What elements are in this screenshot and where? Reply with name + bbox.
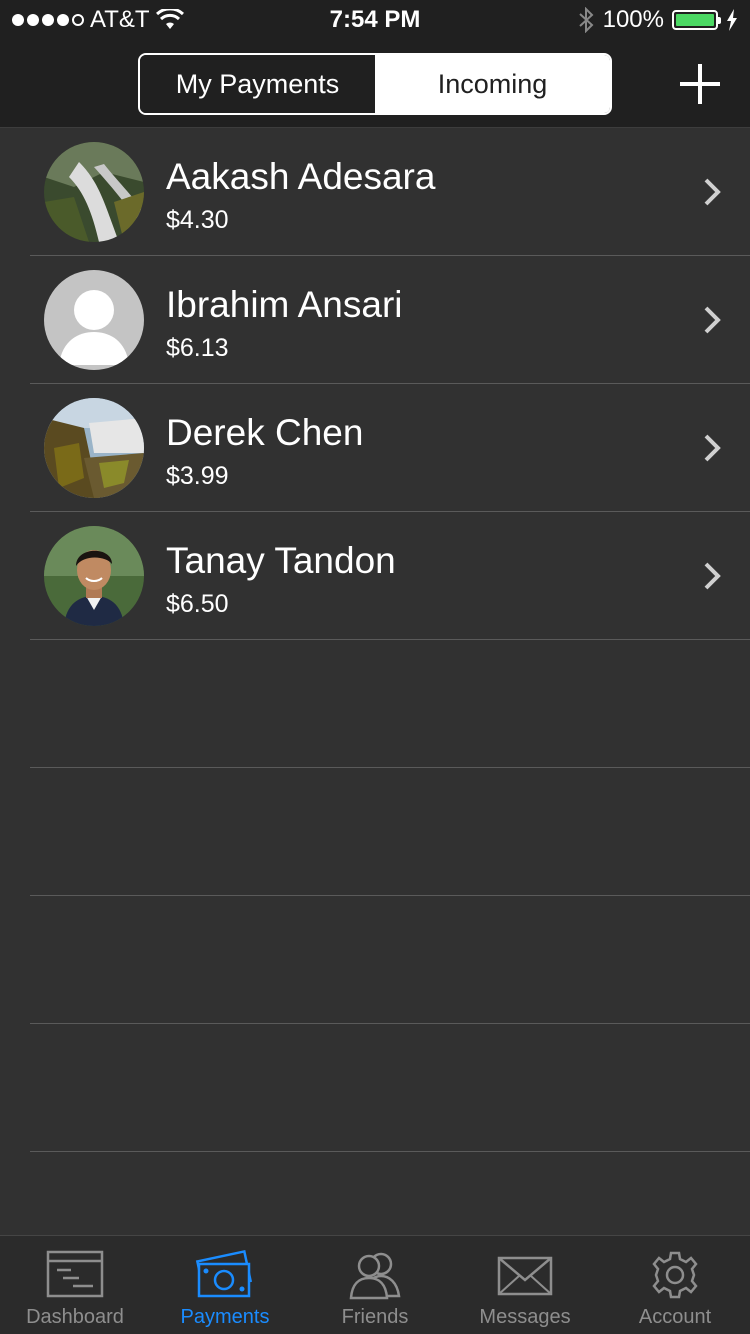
signal-strength-icon: [12, 14, 84, 26]
empty-row: [0, 896, 750, 1024]
avatar: [44, 526, 144, 626]
gear-icon: [652, 1251, 698, 1299]
tab-bar: Dashboard Payments Friends Messages Acco…: [0, 1235, 750, 1334]
bluetooth-icon: [578, 7, 594, 33]
tab-payments[interactable]: Payments: [150, 1236, 300, 1334]
segment-incoming[interactable]: Incoming: [375, 55, 610, 113]
tab-messages[interactable]: Messages: [450, 1236, 600, 1334]
nav-bar: My Payments Incoming: [0, 40, 750, 128]
payer-name: Ibrahim Ansari: [166, 284, 403, 325]
chevron-right-icon: [704, 178, 721, 206]
plus-icon[interactable]: [676, 60, 724, 108]
battery-percentage: 100%: [602, 6, 664, 33]
tab-friends[interactable]: Friends: [300, 1236, 450, 1334]
battery-icon: [672, 10, 721, 30]
payment-row[interactable]: Derek Chen $3.99: [0, 384, 750, 512]
payments-list: Aakash Adesara $4.30 Ibrahim Ansari $6.1…: [0, 128, 750, 1152]
tab-account[interactable]: Account: [600, 1236, 750, 1334]
empty-row: [0, 1024, 750, 1152]
empty-row: [0, 768, 750, 896]
payment-row[interactable]: Tanay Tandon $6.50: [0, 512, 750, 640]
tab-label: Payments: [180, 1306, 270, 1328]
status-left: AT&T: [12, 6, 184, 34]
empty-row: [0, 640, 750, 768]
chevron-right-icon: [704, 562, 721, 590]
payment-amount: $3.99: [166, 462, 229, 490]
chevron-right-icon: [704, 434, 721, 462]
payments-icon: [195, 1249, 253, 1298]
wifi-icon: [155, 9, 184, 29]
payer-name: Tanay Tandon: [166, 540, 396, 581]
avatar: [44, 270, 144, 370]
tab-label: Dashboard: [26, 1306, 124, 1328]
payments-segmented-control: My Payments Incoming: [138, 53, 612, 115]
chevron-right-icon: [704, 306, 721, 334]
avatar: [44, 398, 144, 498]
avatar: [44, 142, 144, 242]
tab-label: Account: [638, 1306, 712, 1328]
payment-amount: $6.13: [166, 334, 229, 362]
payer-name: Derek Chen: [166, 412, 364, 453]
status-bar: AT&T 7:54 PM 100%: [0, 0, 750, 40]
payment-row[interactable]: Aakash Adesara $4.30: [0, 128, 750, 256]
segment-my-payments[interactable]: My Payments: [140, 55, 375, 113]
tab-label: Messages: [479, 1306, 571, 1328]
payment-amount: $6.50: [166, 590, 229, 618]
friends-icon: [349, 1252, 401, 1300]
payment-amount: $4.30: [166, 206, 229, 234]
tab-label: Friends: [341, 1306, 409, 1328]
messages-icon: [497, 1256, 553, 1296]
status-right: 100%: [577, 6, 738, 34]
charging-icon: [727, 9, 737, 31]
payer-name: Aakash Adesara: [166, 156, 436, 197]
payment-row[interactable]: Ibrahim Ansari $6.13: [0, 256, 750, 384]
tab-dashboard[interactable]: Dashboard: [0, 1236, 150, 1334]
carrier-label: AT&T: [90, 6, 150, 33]
dashboard-icon: [46, 1250, 104, 1298]
